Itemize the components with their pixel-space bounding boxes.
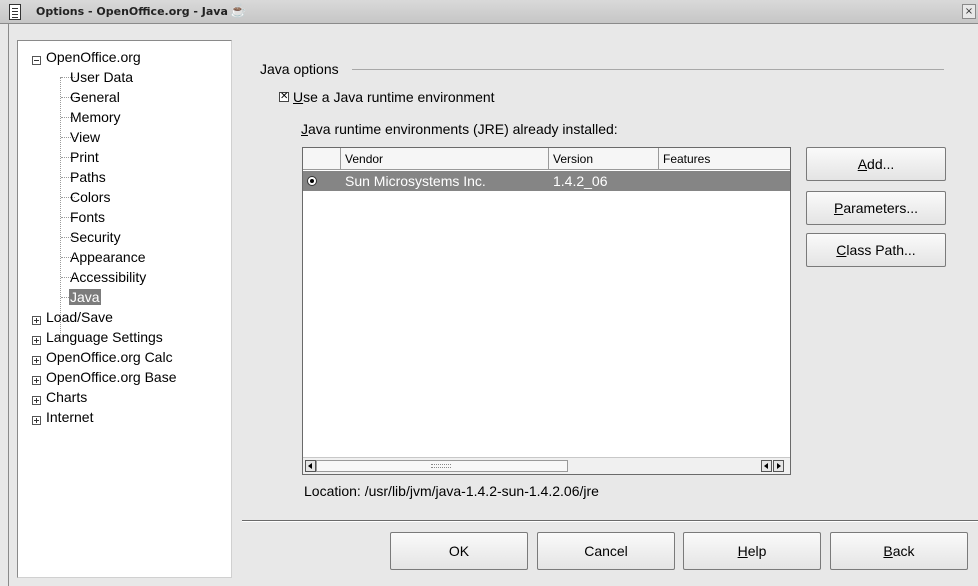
- tree-item-base[interactable]: OpenOffice.org Base: [46, 367, 176, 387]
- scroll-right-button-icon[interactable]: [773, 460, 784, 472]
- java-options-heading: Java options: [260, 61, 339, 77]
- tree-expand-icon[interactable]: [32, 336, 41, 345]
- class-path-button[interactable]: Class Path...: [806, 233, 946, 267]
- jre-version: 1.4.2_06: [553, 173, 608, 189]
- tree-item-colors[interactable]: Colors: [70, 187, 110, 207]
- title-bar[interactable]: Options - OpenOffice.org - Java ☕ ×: [0, 0, 978, 24]
- tree-item-security[interactable]: Security: [70, 227, 121, 247]
- options-tree[interactable]: OpenOffice.org User Data General Memory …: [17, 40, 232, 578]
- jre-label-text: ava runtime environments (JRE) already i…: [308, 121, 618, 137]
- horizontal-scrollbar[interactable]: [303, 457, 790, 474]
- tree-item-view[interactable]: View: [70, 127, 100, 147]
- parameters-accel: P: [833, 200, 844, 216]
- tree-item-paths[interactable]: Paths: [70, 167, 106, 187]
- tree-item-java-label: Java: [69, 289, 101, 305]
- ok-button[interactable]: OK: [390, 532, 528, 570]
- tree-item-general[interactable]: General: [70, 87, 120, 107]
- column-header-vendor[interactable]: Vendor: [341, 148, 549, 170]
- add-accel: A: [857, 156, 868, 172]
- tree-item-print[interactable]: Print: [70, 147, 99, 167]
- classpath-accel: C: [836, 242, 847, 258]
- help-button[interactable]: Help: [683, 532, 821, 570]
- tree-item-openoffice[interactable]: OpenOffice.org: [46, 47, 141, 67]
- jre-vendor: Sun Microsystems Inc.: [345, 173, 486, 189]
- use-jre-checkbox[interactable]: ✕: [279, 92, 289, 102]
- tree-expand-icon[interactable]: [32, 416, 41, 425]
- parameters-text: arameters...: [843, 200, 919, 216]
- java-cup-icon: ☕: [230, 3, 247, 18]
- jre-list[interactable]: Vendor Version Features Sun Microsystems…: [302, 147, 791, 475]
- tree-expand-icon[interactable]: [32, 396, 41, 405]
- jre-installed-label: Java runtime environments (JRE) already …: [301, 121, 618, 137]
- use-jre-accel: U: [293, 89, 304, 105]
- use-jre-label[interactable]: Use a Java runtime environment: [293, 89, 495, 105]
- tree-item-user-data[interactable]: User Data: [70, 67, 133, 87]
- help-accel: H: [737, 543, 748, 559]
- scroll-grip-icon: [431, 464, 451, 468]
- document-icon: [9, 4, 21, 20]
- scroll-left-arrow-icon[interactable]: [305, 460, 316, 472]
- tree-expand-icon[interactable]: [32, 376, 41, 385]
- column-header-features[interactable]: Features: [659, 148, 790, 170]
- tree-item-java[interactable]: Java: [69, 287, 101, 307]
- help-text: elp: [747, 543, 767, 559]
- group-divider: [352, 69, 944, 70]
- back-accel: B: [883, 543, 893, 559]
- tree-item-accessibility[interactable]: Accessibility: [70, 267, 146, 287]
- tree-item-calc[interactable]: OpenOffice.org Calc: [46, 347, 173, 367]
- tree-item-fonts[interactable]: Fonts: [70, 207, 105, 227]
- tree-item-internet[interactable]: Internet: [46, 407, 93, 427]
- table-row[interactable]: Sun Microsystems Inc. 1.4.2_06: [303, 171, 790, 191]
- jre-label-accel: J: [301, 121, 308, 137]
- jre-location: Location: /usr/lib/jvm/java-1.4.2-sun-1.…: [304, 483, 599, 499]
- tree-expand-icon[interactable]: [32, 356, 41, 365]
- jre-radio-selected-icon[interactable]: [307, 176, 317, 186]
- tree-item-memory[interactable]: Memory: [70, 107, 121, 127]
- add-button[interactable]: Add...: [806, 147, 946, 181]
- add-text: dd...: [867, 156, 895, 172]
- cancel-button[interactable]: Cancel: [537, 532, 675, 570]
- column-header-select[interactable]: [303, 148, 341, 170]
- back-button[interactable]: Back: [830, 532, 968, 570]
- tree-collapse-icon[interactable]: [32, 56, 41, 65]
- scroll-thumb[interactable]: [316, 460, 568, 472]
- tree-item-charts[interactable]: Charts: [46, 387, 87, 407]
- window-title: Options - OpenOffice.org - Java: [36, 5, 228, 18]
- bottom-divider: [242, 520, 978, 522]
- classpath-text: lass Path...: [846, 242, 916, 258]
- close-button[interactable]: ×: [962, 4, 976, 19]
- use-jre-text: se a Java runtime environment: [303, 89, 495, 105]
- parameters-button[interactable]: Parameters...: [806, 191, 946, 225]
- back-text: ack: [892, 543, 915, 559]
- scroll-left-button-icon[interactable]: [761, 460, 772, 472]
- jre-list-header: Vendor Version Features: [303, 148, 790, 170]
- tree-item-load-save[interactable]: Load/Save: [46, 307, 113, 327]
- tree-item-appearance[interactable]: Appearance: [70, 247, 146, 267]
- tree-item-language-settings[interactable]: Language Settings: [46, 327, 163, 347]
- tree-expand-icon[interactable]: [32, 316, 41, 325]
- column-header-version[interactable]: Version: [549, 148, 659, 170]
